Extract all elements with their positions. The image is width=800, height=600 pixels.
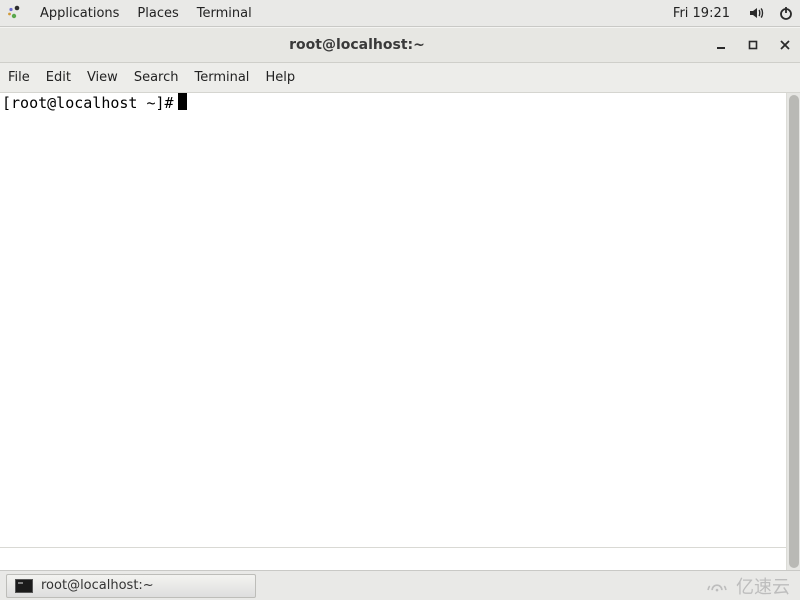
text-cursor [178,93,187,110]
panel-left-group: Applications Places Terminal [6,5,252,21]
panel-clock[interactable]: Fri 19:21 [673,6,730,21]
menu-search[interactable]: Search [134,70,179,85]
divider [0,547,786,548]
menu-help[interactable]: Help [265,70,295,85]
window-titlebar[interactable]: root@localhost:~ [0,27,800,63]
volume-icon[interactable] [748,5,764,21]
panel-menu-terminal[interactable]: Terminal [197,6,252,21]
terminal-menubar: File Edit View Search Terminal Help [0,63,800,93]
watermark: 亿速云 [704,573,794,599]
window-title: root@localhost:~ [8,37,706,53]
panel-right-group: Fri 19:21 [673,5,794,21]
taskbar-entry-terminal[interactable]: root@localhost:~ [6,574,256,598]
menu-edit[interactable]: Edit [46,70,71,85]
scrollbar-thumb[interactable] [789,95,799,568]
panel-menu-applications[interactable]: Applications [40,6,119,21]
maximize-button[interactable] [746,38,760,52]
terminal-area: [root@localhost ~]# [0,93,800,570]
terminal-output[interactable]: [root@localhost ~]# [0,93,786,570]
gnome-top-panel: Applications Places Terminal Fri 19:21 [0,0,800,27]
window-controls [714,38,792,52]
terminal-icon [15,579,33,593]
terminal-scrollbar[interactable] [786,93,800,570]
taskbar-entry-label: root@localhost:~ [41,578,154,593]
shell-prompt: [root@localhost ~]# [2,94,174,112]
bottom-taskbar: root@localhost:~ 亿速云 [0,570,800,600]
gnome-logo-icon [6,5,22,21]
menu-view[interactable]: View [87,70,118,85]
watermark-text: 亿速云 [736,573,790,599]
menu-terminal[interactable]: Terminal [194,70,249,85]
close-button[interactable] [778,38,792,52]
menu-file[interactable]: File [8,70,30,85]
panel-menu-places[interactable]: Places [137,6,178,21]
power-icon[interactable] [778,5,794,21]
minimize-button[interactable] [714,38,728,52]
